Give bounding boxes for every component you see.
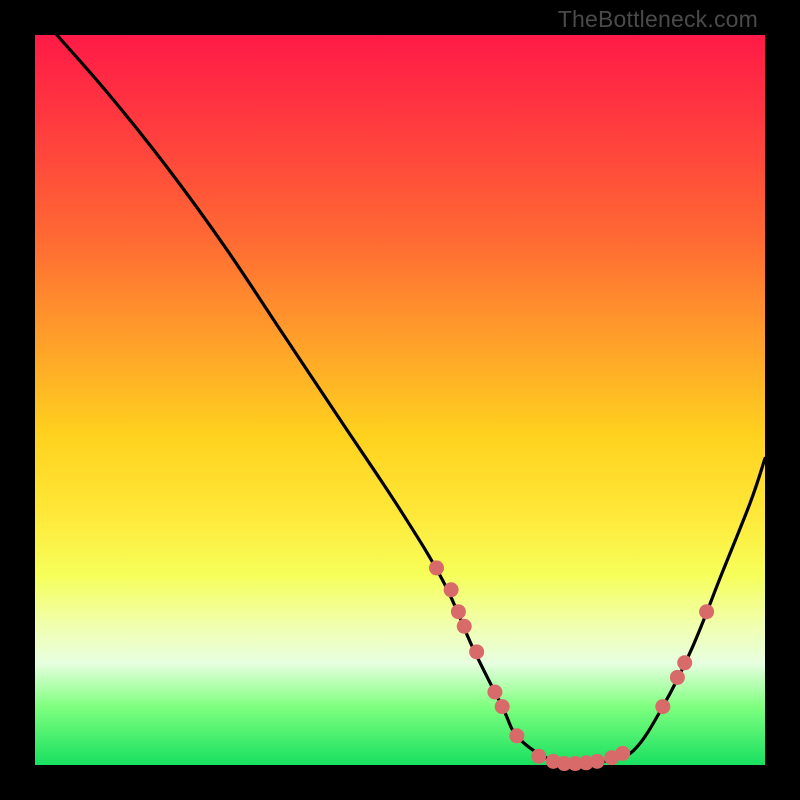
curve-marker xyxy=(444,582,459,597)
curve-marker xyxy=(487,685,502,700)
curve-marker xyxy=(531,749,546,764)
curve-marker xyxy=(615,746,630,761)
curve-marker xyxy=(699,604,714,619)
bottleneck-curve xyxy=(57,35,765,765)
curve-marker xyxy=(469,644,484,659)
chart-overlay xyxy=(35,35,765,765)
curve-marker xyxy=(677,655,692,670)
curve-marker xyxy=(655,699,670,714)
curve-markers xyxy=(429,560,714,771)
watermark-text: TheBottleneck.com xyxy=(558,6,758,33)
curve-marker xyxy=(670,670,685,685)
curve-marker xyxy=(509,728,524,743)
curve-marker xyxy=(495,699,510,714)
chart-frame xyxy=(35,35,765,765)
curve-marker xyxy=(590,754,605,769)
curve-marker xyxy=(457,619,472,634)
curve-marker xyxy=(429,560,444,575)
curve-marker xyxy=(451,604,466,619)
